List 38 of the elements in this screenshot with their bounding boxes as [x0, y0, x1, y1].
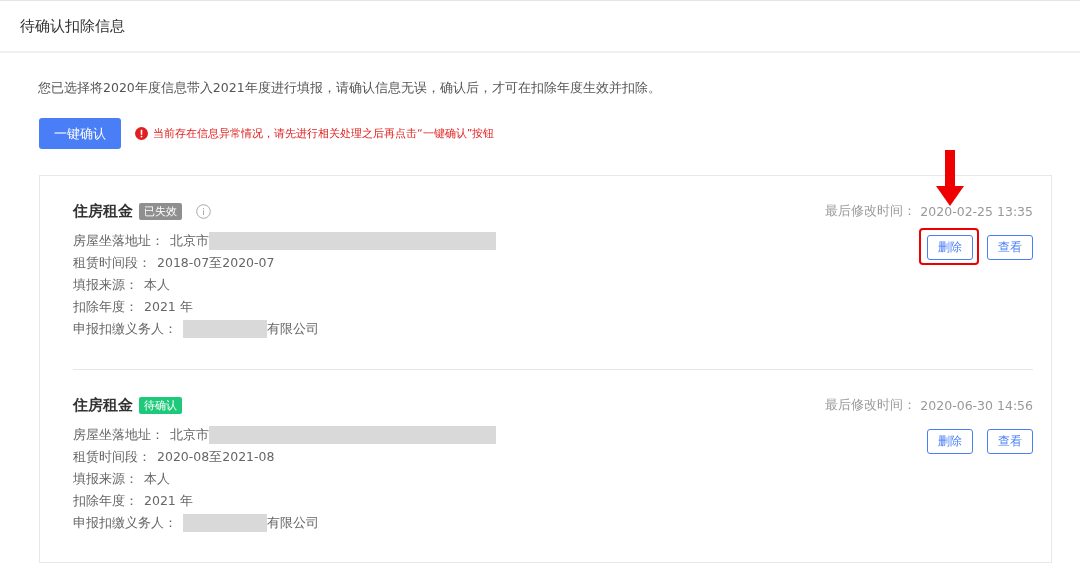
- field-label: 申报扣缴义务人：: [73, 320, 177, 338]
- field-label: 租赁时间段：: [73, 448, 151, 466]
- field-label: 扣除年度：: [73, 492, 138, 510]
- modified-label: 最后修改时间：: [825, 396, 917, 414]
- record-title: 住房租金: [73, 201, 133, 221]
- page-title: 待确认扣除信息: [20, 16, 125, 36]
- warning-icon: [135, 127, 148, 140]
- status-badge: 待确认: [139, 396, 182, 414]
- field-value: 2021 年: [144, 492, 193, 510]
- field-label: 扣除年度：: [73, 298, 138, 316]
- field-value: 2020-08至2021-08: [157, 448, 275, 466]
- field-value: 北京市: [170, 426, 209, 444]
- field-value: 本人: [144, 470, 170, 488]
- field-value: 2018-07至2020-07: [157, 254, 275, 272]
- confirm-button[interactable]: 一键确认: [39, 118, 121, 149]
- intro-text: 您已选择将2020年度信息带入2021年度进行填报，请确认信息无误，确认后，才可在扣除年度生效并扣除。: [38, 80, 662, 97]
- field-label: 填报来源：: [73, 276, 138, 294]
- record-title: 住房租金: [73, 395, 133, 415]
- field-value: 有限公司: [267, 320, 319, 338]
- status-badge: 已失效: [139, 202, 182, 220]
- record-action-button[interactable]: 查看: [987, 235, 1033, 260]
- record-action-button[interactable]: 删除: [927, 429, 973, 454]
- field-label: 房屋坐落地址：: [73, 426, 164, 444]
- field-value: 北京市: [170, 232, 209, 250]
- field-label: 租赁时间段：: [73, 254, 151, 272]
- modified-label: 最后修改时间：: [825, 202, 917, 220]
- modified-time: 2020-02-25 13:35: [920, 203, 1033, 219]
- record-action-button[interactable]: 查看: [987, 429, 1033, 454]
- field-value: 2021 年: [144, 298, 193, 316]
- info-icon[interactable]: [196, 203, 211, 219]
- field-value: 本人: [144, 276, 170, 294]
- field-label: 申报扣缴义务人：: [73, 514, 177, 532]
- record-action-button[interactable]: 删除: [927, 235, 973, 260]
- field-label: 填报来源：: [73, 470, 138, 488]
- field-value: 有限公司: [267, 514, 319, 532]
- modified-time: 2020-06-30 14:56: [920, 397, 1033, 413]
- field-label: 房屋坐落地址：: [73, 232, 164, 250]
- warning-text: 当前存在信息异常情况，请先进行相关处理之后再点击“一键确认”按钮: [153, 126, 495, 141]
